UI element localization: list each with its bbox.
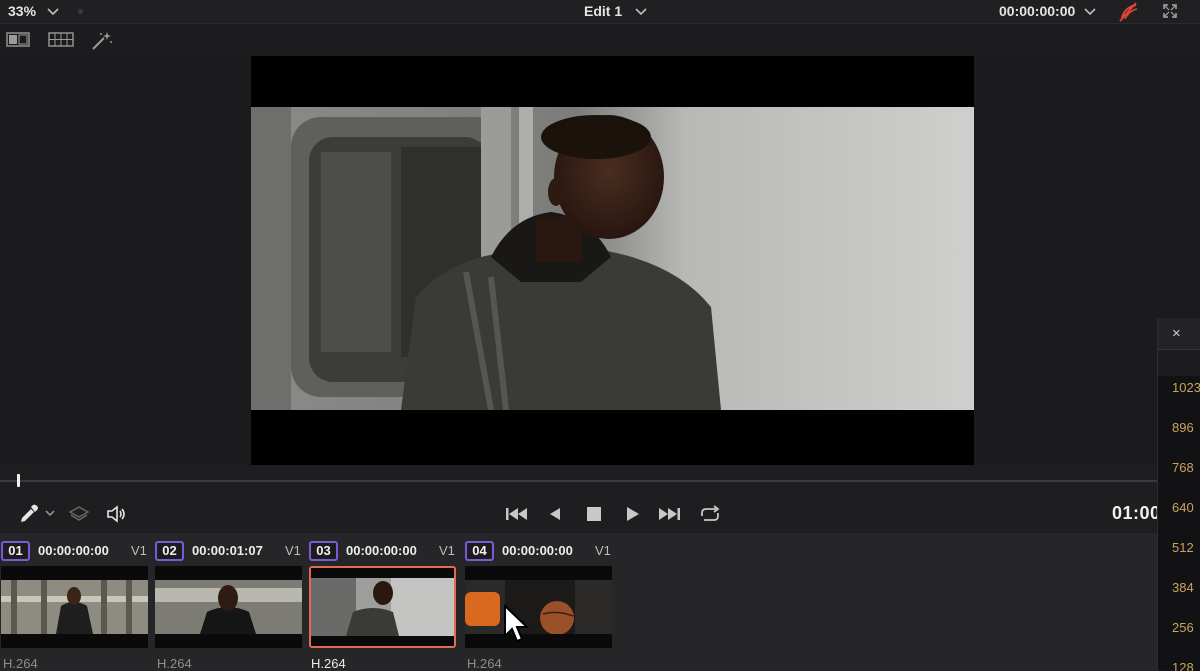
skip-to-start-icon[interactable] <box>503 503 529 530</box>
scope-level-label: 768 <box>1172 460 1194 475</box>
chevron-down-icon[interactable] <box>1083 2 1097 25</box>
status-dot-icon <box>78 9 83 14</box>
timecode-display[interactable]: 00:00:00:00 <box>999 3 1075 19</box>
scope-level-label: 384 <box>1172 580 1194 595</box>
play-icon[interactable] <box>622 503 642 530</box>
clip-track: V1 <box>131 543 147 558</box>
playback-timecode: 01:00 <box>1112 503 1161 523</box>
grid-view-icon[interactable] <box>48 31 74 54</box>
chevron-down-icon[interactable] <box>634 2 648 25</box>
scopes-panel-header: × <box>1158 318 1200 350</box>
viewer-tool-row <box>0 25 1200 57</box>
clip-01[interactable]: 01 00:00:00:00 V1 H.264 <box>1 533 151 671</box>
clip-codec: H.264 <box>467 656 502 671</box>
clip-track: V1 <box>285 543 301 558</box>
clips-strip: 01 00:00:00:00 V1 H.264 02 00:00:01:07 V… <box>0 533 1160 671</box>
loop-icon[interactable] <box>697 503 723 530</box>
clip-thumbnail[interactable] <box>465 566 612 648</box>
timeline-name[interactable]: Edit 1 <box>584 3 622 19</box>
speaker-icon[interactable] <box>105 503 129 530</box>
scrubber-bar[interactable] <box>0 465 1160 495</box>
clip-thumbnail[interactable] <box>155 566 302 648</box>
clip-number-badge: 04 <box>465 541 494 561</box>
transport-controls: 01:00 <box>0 495 1160 533</box>
playhead[interactable] <box>17 474 20 487</box>
zoom-level[interactable]: 33% <box>8 3 36 19</box>
fullscreen-icon[interactable] <box>1161 2 1179 25</box>
clip-header: 03 00:00:00:00 V1 <box>309 541 459 561</box>
clip-timecode: 00:00:00:00 <box>38 543 109 558</box>
video-preview <box>251 107 974 410</box>
scrubber-track[interactable] <box>0 480 1160 482</box>
clip-header: 02 00:00:01:07 V1 <box>155 541 305 561</box>
layers-icon[interactable] <box>68 503 90 530</box>
chevron-down-icon[interactable] <box>46 2 60 25</box>
clip-thumbnail-selected[interactable] <box>309 566 456 648</box>
magic-wand-icon[interactable] <box>90 31 114 56</box>
clip-03[interactable]: 03 00:00:00:00 V1 H.264 <box>309 533 459 671</box>
scope-level-label: 256 <box>1172 620 1194 635</box>
clip-number-badge: 03 <box>309 541 338 561</box>
stop-icon[interactable] <box>584 503 604 530</box>
clip-header: 01 00:00:00:00 V1 <box>1 541 151 561</box>
clip-track: V1 <box>439 543 455 558</box>
clip-codec: H.264 <box>311 656 346 671</box>
step-back-icon[interactable] <box>545 503 565 530</box>
scopes-panel-toolbar <box>1158 350 1200 376</box>
clip-02[interactable]: 02 00:00:01:07 V1 H.264 <box>155 533 305 671</box>
scope-level-label: 896 <box>1172 420 1194 435</box>
clip-04[interactable]: 04 00:00:00:00 V1 H.264 <box>465 533 615 671</box>
clip-timecode: 00:00:01:07 <box>192 543 263 558</box>
clip-timecode: 00:00:00:00 <box>502 543 573 558</box>
viewer-frame[interactable] <box>251 56 974 465</box>
eyedropper-icon[interactable] <box>18 503 40 530</box>
scope-level-label: 128 <box>1172 660 1194 671</box>
clip-thumbnail[interactable] <box>1 566 148 648</box>
scope-level-label: 512 <box>1172 540 1194 555</box>
clip-number-badge: 02 <box>155 541 184 561</box>
split-view-icon[interactable] <box>6 31 30 54</box>
scopes-panel: × 1023 896 768 640 512 384 256 128 <box>1157 318 1200 671</box>
clip-number-badge: 01 <box>1 541 30 561</box>
scope-level-label: 640 <box>1172 500 1194 515</box>
viewer-top-bar: 33% Edit 1 00:00:00:00 <box>0 0 1200 24</box>
chevron-down-icon[interactable] <box>44 506 56 525</box>
skip-to-end-icon[interactable] <box>657 503 683 530</box>
clip-track: V1 <box>595 543 611 558</box>
clip-codec: H.264 <box>157 656 192 671</box>
mouse-cursor-icon <box>503 603 533 649</box>
clip-codec: H.264 <box>3 656 38 671</box>
clip-header: 04 00:00:00:00 V1 <box>465 541 615 561</box>
close-icon[interactable]: × <box>1172 325 1181 342</box>
scope-level-label: 1023 <box>1172 380 1200 395</box>
clip-timecode: 00:00:00:00 <box>346 543 417 558</box>
